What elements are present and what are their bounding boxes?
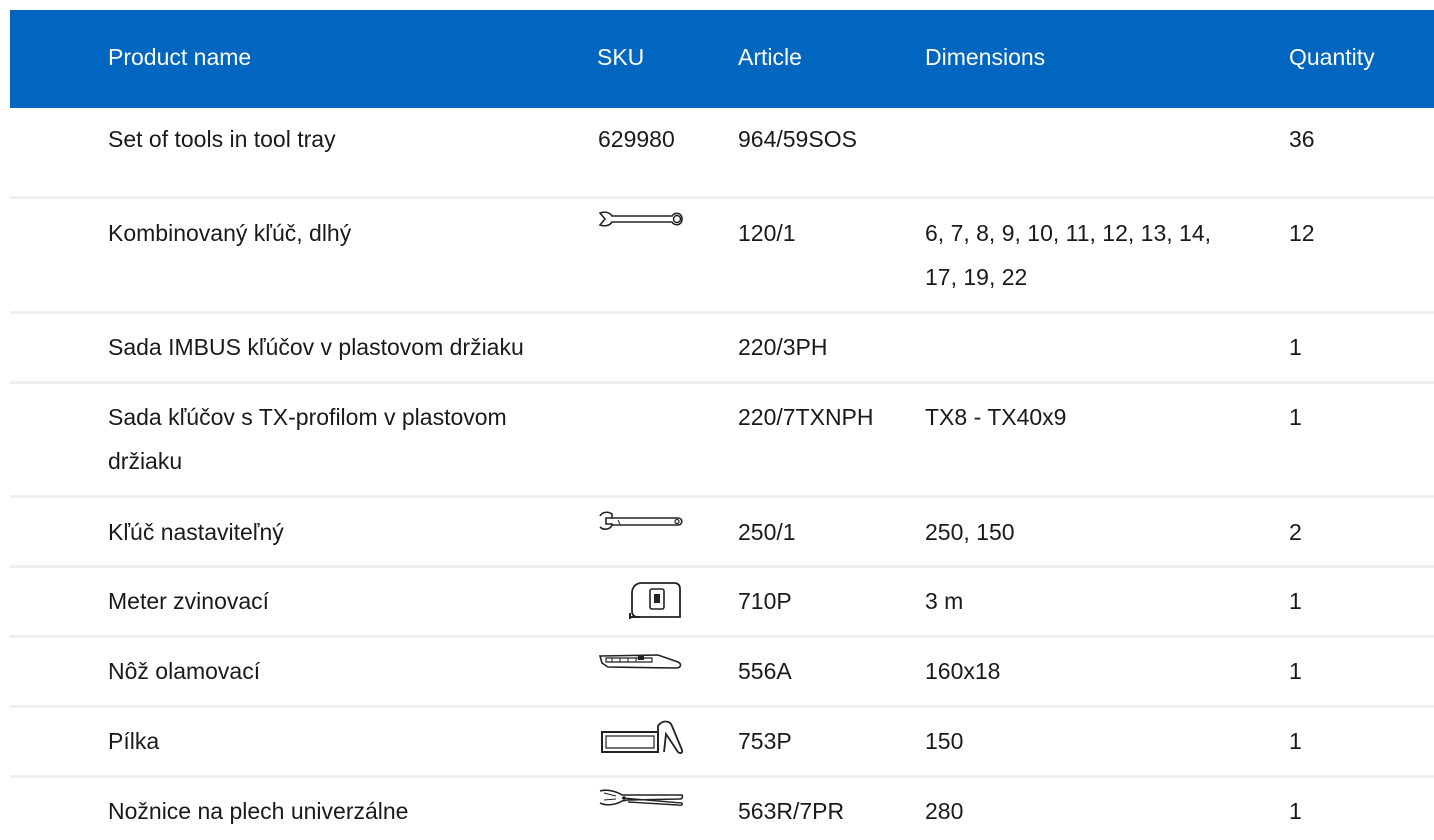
- header-dimensions: Dimensions: [925, 44, 1046, 70]
- product-quantity: 1: [1289, 798, 1302, 824]
- product-quantity: 2: [1289, 519, 1302, 545]
- product-name: Meter zvinovací: [108, 588, 270, 614]
- product-name: Nôž olamovací: [108, 658, 261, 684]
- product-table: Product name SKU Article Dimensions Quan…: [10, 10, 1434, 840]
- product-dimensions: 280: [925, 798, 964, 824]
- table-row: Set of tools in tool tray 629980 964/59S…: [10, 108, 1434, 199]
- hacksaw-icon: [598, 720, 684, 756]
- product-dimensions: 250, 150: [925, 519, 1015, 545]
- table-header: Product name SKU Article Dimensions Quan…: [10, 10, 1434, 108]
- table-row: Sada IMBUS kľúčov v plastovom držiaku 22…: [10, 314, 1434, 384]
- header-sku: SKU: [597, 44, 645, 70]
- table-row: Nožnice na plech univerzálne 563R/7PR 28…: [10, 778, 1434, 840]
- product-name: Sada IMBUS kľúčov v plastovom držiaku: [108, 334, 524, 360]
- product-sku: 629980: [598, 126, 675, 152]
- adjustable-wrench-icon: [598, 510, 684, 532]
- product-quantity: 1: [1289, 588, 1302, 614]
- product-article: 120/1: [738, 220, 796, 246]
- tape-measure-icon: [628, 577, 684, 621]
- table-row: Sada kľúčov s TX-profilom v plastovom dr…: [10, 384, 1434, 498]
- header-product-name: Product name: [108, 44, 252, 70]
- product-article: 220/7TXNPH: [738, 404, 874, 430]
- table-row: Kľúč nastaviteľný 250/1 250, 150 2: [10, 498, 1434, 568]
- table-row: Nôž olamovací 556A 160x18 1: [10, 638, 1434, 708]
- product-quantity: 1: [1289, 404, 1302, 430]
- table-row: Pílka 753P 150 1: [10, 708, 1434, 778]
- product-dimensions: 150: [925, 728, 964, 754]
- product-name: Set of tools in tool tray: [108, 126, 336, 152]
- product-quantity: 1: [1289, 728, 1302, 754]
- product-name: Nožnice na plech univerzálne: [108, 798, 409, 824]
- header-quantity: Quantity: [1289, 44, 1375, 70]
- product-name: Sada kľúčov s TX-profilom v plastovom dr…: [108, 404, 507, 474]
- product-article: 563R/7PR: [738, 798, 845, 824]
- product-dimensions: 3 m: [925, 588, 964, 614]
- product-quantity: 12: [1289, 220, 1315, 246]
- product-quantity: 1: [1289, 334, 1302, 360]
- product-name: Kľúč nastaviteľný: [108, 519, 284, 545]
- header-article: Article: [738, 44, 802, 70]
- utility-knife-icon: [598, 650, 684, 672]
- product-article: 220/3PH: [738, 334, 828, 360]
- table-row: Kombinovaný kľúč, dlhý 120/1 6, 7, 8, 9,…: [10, 199, 1434, 314]
- product-dimensions: 6, 7, 8, 9, 10, 11, 12, 13, 14, 17, 19, …: [925, 220, 1212, 290]
- product-article: 556A: [738, 658, 792, 684]
- product-name: Kombinovaný kľúč, dlhý: [108, 220, 352, 246]
- product-dimensions: TX8 - TX40x9: [925, 404, 1067, 430]
- product-dimensions: 160x18: [925, 658, 1001, 684]
- product-article: 753P: [738, 728, 792, 754]
- table-row: Meter zvinovací 710P 3 m 1: [10, 568, 1434, 638]
- product-article: 250/1: [738, 519, 796, 545]
- product-name: Pílka: [108, 728, 160, 754]
- tin-snips-icon: [598, 787, 684, 809]
- product-quantity: 36: [1289, 126, 1315, 152]
- combination-wrench-icon: [598, 209, 684, 229]
- product-article: 964/59SOS: [738, 126, 857, 152]
- product-article: 710P: [738, 588, 792, 614]
- product-quantity: 1: [1289, 658, 1302, 684]
